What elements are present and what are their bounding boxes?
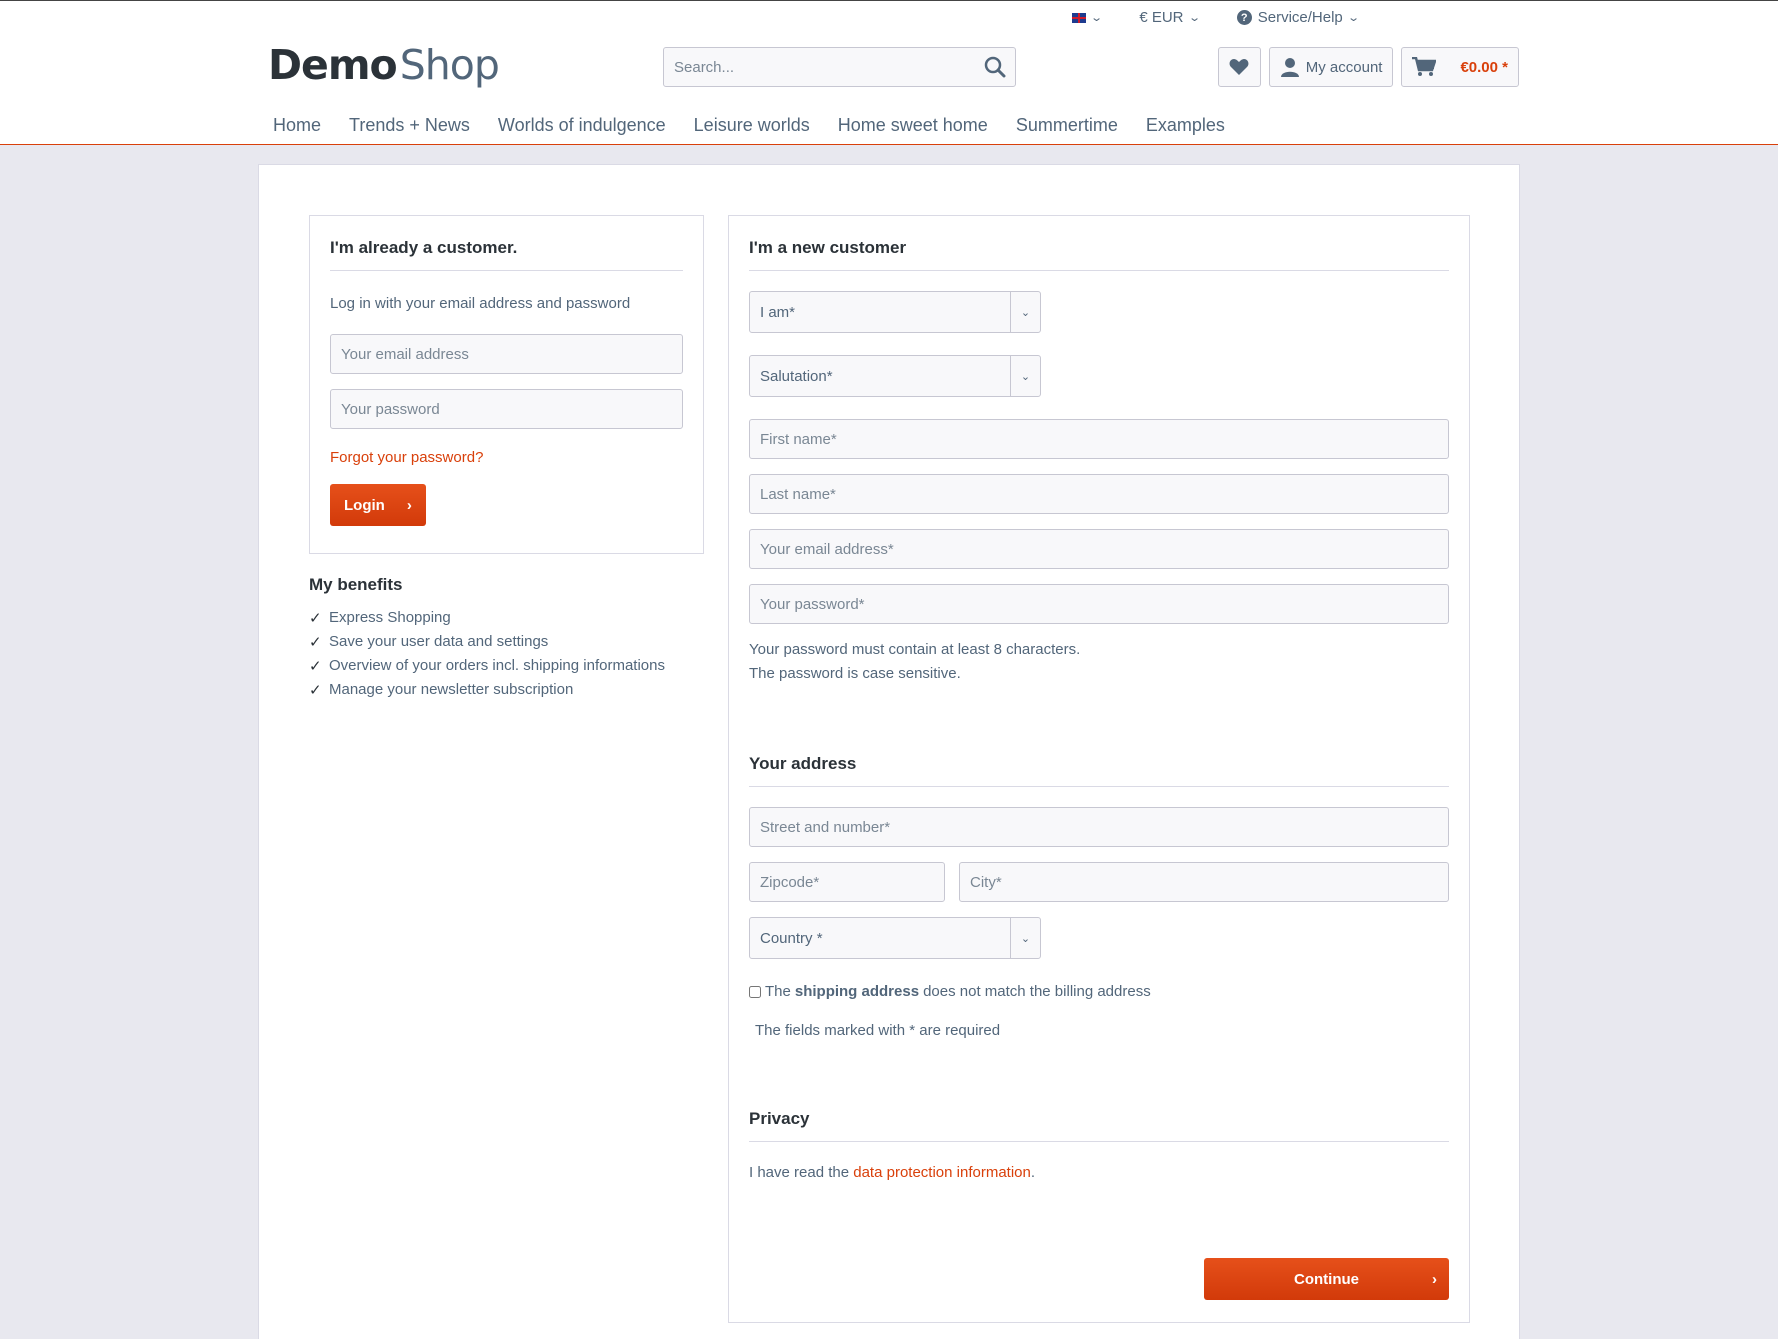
chevron-down-icon: ⌄ [1346,12,1360,24]
language-switcher[interactable]: ⌄ [1072,11,1104,24]
service-help-label: Service/Help [1257,9,1343,26]
shipping-text-bold: shipping address [794,983,920,1000]
currency-label: € EUR [1139,9,1184,26]
logo-part-1: Demo [268,41,398,89]
cart-icon [1412,57,1437,76]
cart-total: €0.00 * [1460,58,1508,76]
benefit-text: Manage your newsletter subscription [329,681,574,698]
chevron-down-icon: ⌄ [1010,356,1040,396]
required-note: The fields marked with * are required [755,1022,1001,1039]
chevron-down-icon: ⌄ [1010,918,1040,958]
shipping-text-post: does not match the billing address [923,983,1151,1000]
first-name-field[interactable] [749,419,1449,459]
country-select[interactable]: Country * ⌄ [749,917,1041,959]
chevron-right-icon: › [1432,1270,1437,1288]
cart-button[interactable]: €0.00 * [1401,47,1519,87]
nav-item-home-sweet-home[interactable]: Home sweet home [838,115,988,136]
nav-item-home[interactable]: Home [273,115,321,136]
data-protection-link[interactable]: data protection information [853,1164,1031,1181]
privacy-title: Privacy [749,1109,1449,1142]
forgot-password-link[interactable]: Forgot your password? [330,449,683,466]
privacy-text-post: . [1030,1164,1036,1181]
login-button-label: Login [344,496,385,514]
customer-type-select[interactable]: I am* ⌄ [749,291,1041,333]
shipping-different-checkbox[interactable] [749,985,761,998]
continue-button-label: Continue [1294,1270,1359,1288]
wishlist-button[interactable] [1217,47,1261,87]
zipcode-field[interactable] [749,862,945,902]
shipping-different-option[interactable]: The shipping address does not match the … [749,983,1449,1000]
salutation-value: Salutation* [760,367,833,385]
list-item: ✓ Express Shopping [309,609,704,627]
content-card: I'm already a customer. Log in with your… [258,164,1520,1339]
password-hint-1: Your password must contain at least 8 ch… [749,641,1081,658]
privacy-text: I have read the data protection informat… [749,1164,1449,1181]
benefit-text: Overview of your orders incl. shipping i… [329,657,665,674]
uk-flag-icon [1072,12,1087,23]
benefits-title: My benefits [309,575,403,594]
nav-item-examples[interactable]: Examples [1146,115,1225,136]
logo-part-2: Shop [399,41,500,89]
address-title: Your address [749,754,1449,787]
page-header: ⌄ € EUR ⌄ ? Service/Help ⌄ DemoShop My a… [0,0,1778,145]
search-bar [663,47,1016,87]
check-icon: ✓ [309,610,322,627]
register-password-field[interactable] [749,584,1449,624]
benefits-section: My benefits ✓ Express Shopping ✓ Save your… [309,575,704,705]
customer-type-value: I am* [760,303,796,321]
continue-wrap: Continue › [1204,1258,1449,1300]
list-item: ✓ Manage your newsletter subscription [309,681,704,699]
benefit-text: Save your user data and settings [329,633,549,650]
shipping-text-pre: The [765,983,791,1000]
account-label: My account [1305,58,1383,76]
check-icon: ✓ [309,658,322,675]
register-email-field[interactable] [749,529,1449,569]
password-hint-2: The password is case sensitive. [749,665,961,682]
login-panel: I'm already a customer. Log in with your… [309,215,704,554]
register-title: I'm a new customer [749,238,1449,271]
country-value: Country * [760,929,823,947]
account-button[interactable]: My account [1268,47,1394,87]
continue-button[interactable]: Continue › [1204,1258,1449,1300]
login-lead: Log in with your email address and passw… [330,295,631,312]
register-panel: I'm a new customer I am* ⌄ Salutation* ⌄… [728,215,1470,1323]
login-title: I'm already a customer. [330,238,683,271]
last-name-field[interactable] [749,474,1449,514]
check-icon: ✓ [309,682,322,699]
search-input[interactable] [674,58,975,76]
shop-logo[interactable]: DemoShop [268,41,500,89]
chevron-down-icon: ⌄ [1010,292,1040,332]
chevron-down-icon: ⌄ [1090,12,1104,24]
login-button[interactable]: Login › [330,484,426,526]
top-bar: ⌄ € EUR ⌄ ? Service/Help ⌄ [1072,9,1360,26]
login-email-field[interactable] [330,334,683,374]
street-field[interactable] [749,807,1449,847]
city-field[interactable] [959,862,1449,902]
user-icon [1280,58,1299,77]
nav-item-summertime[interactable]: Summertime [1016,115,1118,136]
search-icon[interactable] [975,47,1015,87]
list-item: ✓ Save your user data and settings [309,633,704,651]
nav-item-trends-news[interactable]: Trends + News [349,115,470,136]
list-item: ✓ Overview of your orders incl. shipping … [309,657,704,675]
benefit-text: Express Shopping [329,609,451,626]
question-icon: ? [1236,10,1252,25]
chevron-down-icon: ⌄ [1187,12,1201,24]
main-nav: Home Trends + News Worlds of indulgence … [273,115,1225,136]
currency-switcher[interactable]: € EUR ⌄ [1139,9,1201,26]
heart-icon [1229,59,1249,75]
check-icon: ✓ [309,634,322,651]
salutation-select[interactable]: Salutation* ⌄ [749,355,1041,397]
privacy-text-pre: I have read the [749,1164,850,1181]
header-actions: My account €0.00 * [1217,47,1519,87]
login-password-field[interactable] [330,389,683,429]
service-help-menu[interactable]: ? Service/Help ⌄ [1236,9,1360,26]
nav-item-worlds-of-indulgence[interactable]: Worlds of indulgence [498,115,666,136]
nav-item-leisure-worlds[interactable]: Leisure worlds [694,115,810,136]
chevron-right-icon: › [406,496,412,514]
zip-city-row [749,862,1449,902]
